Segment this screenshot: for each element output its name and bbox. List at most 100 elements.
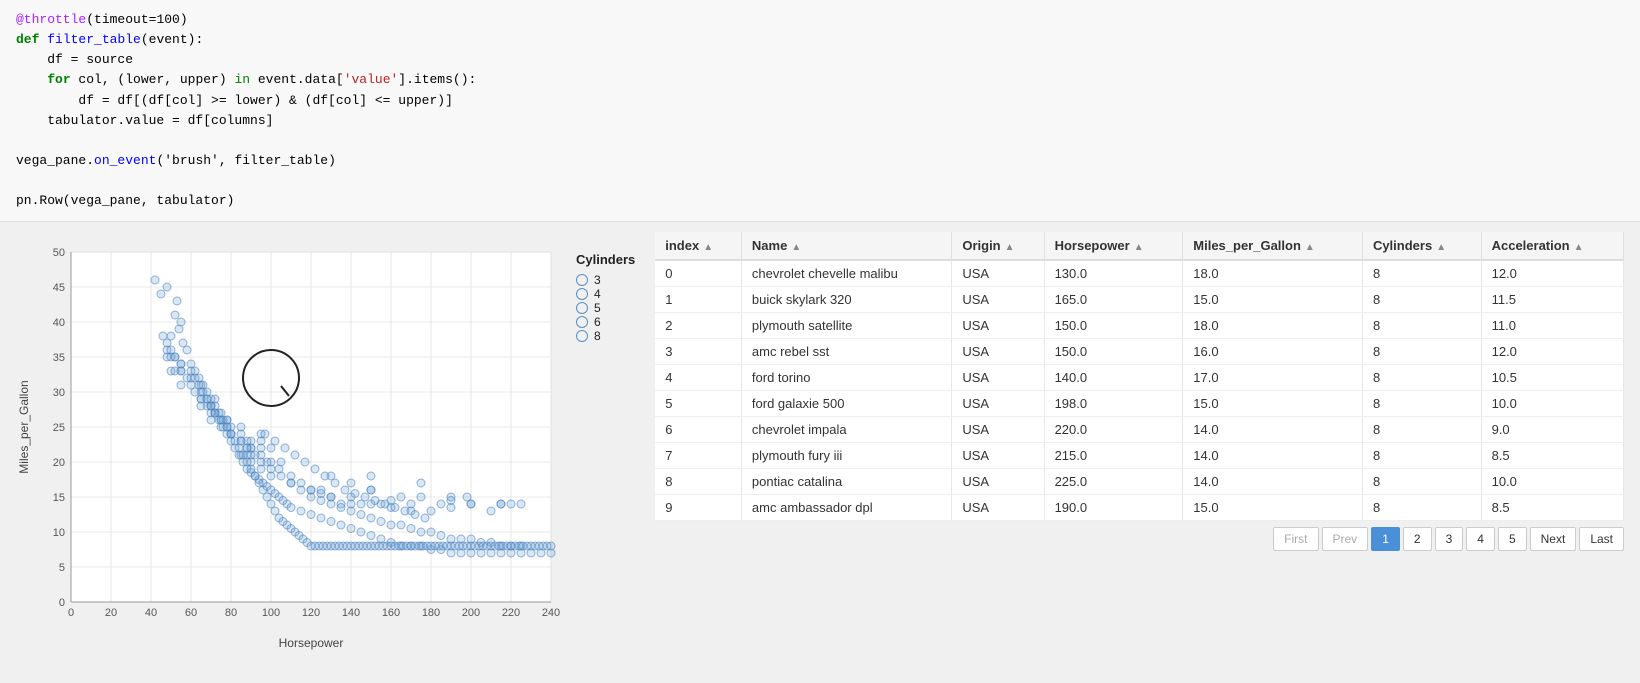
cell-mpg: 18.0 <box>1183 313 1363 339</box>
cell-name: ford galaxie 500 <box>741 391 951 417</box>
cell-cylinders: 8 <box>1362 339 1481 365</box>
sort-icon: ▲ <box>1305 242 1315 253</box>
cell-index: 1 <box>655 287 741 313</box>
cell-mpg: 14.0 <box>1183 469 1363 495</box>
svg-text:Horsepower: Horsepower <box>279 636 344 650</box>
cell-index: 6 <box>655 417 741 443</box>
cell-cylinders: 8 <box>1362 287 1481 313</box>
sort-icon: ▲ <box>791 242 801 253</box>
cell-origin: USA <box>952 495 1044 521</box>
chart-container: 0204060801001201401601802002202400510152… <box>16 232 635 652</box>
cell-origin: USA <box>952 339 1044 365</box>
cell-index: 5 <box>655 391 741 417</box>
svg-text:240: 240 <box>542 607 560 619</box>
col-header-acceleration[interactable]: Acceleration ▲ <box>1481 232 1623 260</box>
table-row: 9amc ambassador dplUSA190.015.088.5 <box>655 495 1623 521</box>
cell-mpg: 17.0 <box>1183 365 1363 391</box>
sort-icon: ▲ <box>1574 242 1584 253</box>
next-page-button[interactable]: Next <box>1530 527 1577 551</box>
legend-item: 3 <box>576 273 635 287</box>
svg-text:140: 140 <box>342 607 360 619</box>
col-header-mpg[interactable]: Miles_per_Gallon ▲ <box>1183 232 1363 260</box>
svg-text:20: 20 <box>105 607 117 619</box>
prev-page-button[interactable]: Prev <box>1322 527 1369 551</box>
page-3-button[interactable]: 3 <box>1435 527 1464 551</box>
svg-text:45: 45 <box>53 282 65 294</box>
svg-text:200: 200 <box>462 607 480 619</box>
svg-text:30: 30 <box>53 387 65 399</box>
cell-name: amc ambassador dpl <box>741 495 951 521</box>
cell-cylinders: 8 <box>1362 495 1481 521</box>
pagination[interactable]: FirstPrev12345NextLast <box>655 527 1624 551</box>
code-area: @throttle(timeout=100) def filter_table(… <box>0 0 1640 222</box>
cell-mpg: 18.0 <box>1183 260 1363 287</box>
legend-item: 8 <box>576 329 635 343</box>
cell-index: 2 <box>655 313 741 339</box>
table-row: 0chevrolet chevelle malibuUSA130.018.081… <box>655 260 1623 287</box>
svg-text:10: 10 <box>53 527 65 539</box>
svg-text:100: 100 <box>262 607 280 619</box>
legend-title: Cylinders <box>576 252 635 267</box>
cell-origin: USA <box>952 443 1044 469</box>
cell-cylinders: 8 <box>1362 391 1481 417</box>
first-page-button[interactable]: First <box>1273 527 1318 551</box>
cell-cylinders: 8 <box>1362 365 1481 391</box>
legend-circle <box>576 330 588 342</box>
svg-text:0: 0 <box>59 597 65 609</box>
cell-name: pontiac catalina <box>741 469 951 495</box>
cell-origin: USA <box>952 365 1044 391</box>
cell-name: chevrolet impala <box>741 417 951 443</box>
cell-cylinders: 8 <box>1362 469 1481 495</box>
cell-origin: USA <box>952 417 1044 443</box>
cell-index: 4 <box>655 365 741 391</box>
svg-text:Miles_per_Gallon: Miles_per_Gallon <box>17 381 31 474</box>
cell-index: 3 <box>655 339 741 365</box>
cell-cylinders: 8 <box>1362 417 1481 443</box>
svg-text:180: 180 <box>422 607 440 619</box>
page-2-button[interactable]: 2 <box>1403 527 1432 551</box>
last-page-button[interactable]: Last <box>1579 527 1624 551</box>
table-row: 7plymouth fury iiiUSA215.014.088.5 <box>655 443 1623 469</box>
col-label: Name <box>752 238 787 253</box>
svg-text:35: 35 <box>53 352 65 364</box>
table-row: 3amc rebel sstUSA150.016.0812.0 <box>655 339 1623 365</box>
cell-horsepower: 150.0 <box>1044 313 1183 339</box>
page-1-button[interactable]: 1 <box>1371 527 1400 551</box>
cell-horsepower: 150.0 <box>1044 339 1183 365</box>
cell-horsepower: 225.0 <box>1044 469 1183 495</box>
cell-horsepower: 220.0 <box>1044 417 1183 443</box>
cell-acceleration: 11.5 <box>1481 287 1623 313</box>
cell-cylinders: 8 <box>1362 443 1481 469</box>
cell-horsepower: 198.0 <box>1044 391 1183 417</box>
page-5-button[interactable]: 5 <box>1498 527 1527 551</box>
cell-index: 0 <box>655 260 741 287</box>
svg-text:15: 15 <box>53 492 65 504</box>
cell-mpg: 15.0 <box>1183 287 1363 313</box>
cell-origin: USA <box>952 287 1044 313</box>
cell-name: plymouth satellite <box>741 313 951 339</box>
cell-index: 9 <box>655 495 741 521</box>
col-label: Acceleration <box>1492 238 1570 253</box>
col-header-index[interactable]: index▲ <box>655 232 741 260</box>
svg-text:5: 5 <box>59 562 65 574</box>
cell-name: ford torino <box>741 365 951 391</box>
col-header-horsepower[interactable]: Horsepower▲ <box>1044 232 1183 260</box>
col-header-origin[interactable]: Origin▲ <box>952 232 1044 260</box>
table-row: 1buick skylark 320USA165.015.0811.5 <box>655 287 1623 313</box>
col-header-name[interactable]: Name ▲ <box>741 232 951 260</box>
cylinders-legend: Cylinders 34568 <box>576 232 635 652</box>
legend-item: 5 <box>576 301 635 315</box>
svg-text:60: 60 <box>185 607 197 619</box>
legend-circle <box>576 316 588 328</box>
col-label: Miles_per_Gallon <box>1193 238 1301 253</box>
col-header-cylinders[interactable]: Cylinders▲ <box>1362 232 1481 260</box>
cell-horsepower: 190.0 <box>1044 495 1183 521</box>
legend-item: 4 <box>576 287 635 301</box>
cell-acceleration: 12.0 <box>1481 260 1623 287</box>
cell-name: plymouth fury iii <box>741 443 951 469</box>
legend-label: 6 <box>594 315 601 329</box>
page-4-button[interactable]: 4 <box>1466 527 1495 551</box>
cell-index: 7 <box>655 443 741 469</box>
legend-circle <box>576 274 588 286</box>
table-row: 6chevrolet impalaUSA220.014.089.0 <box>655 417 1623 443</box>
